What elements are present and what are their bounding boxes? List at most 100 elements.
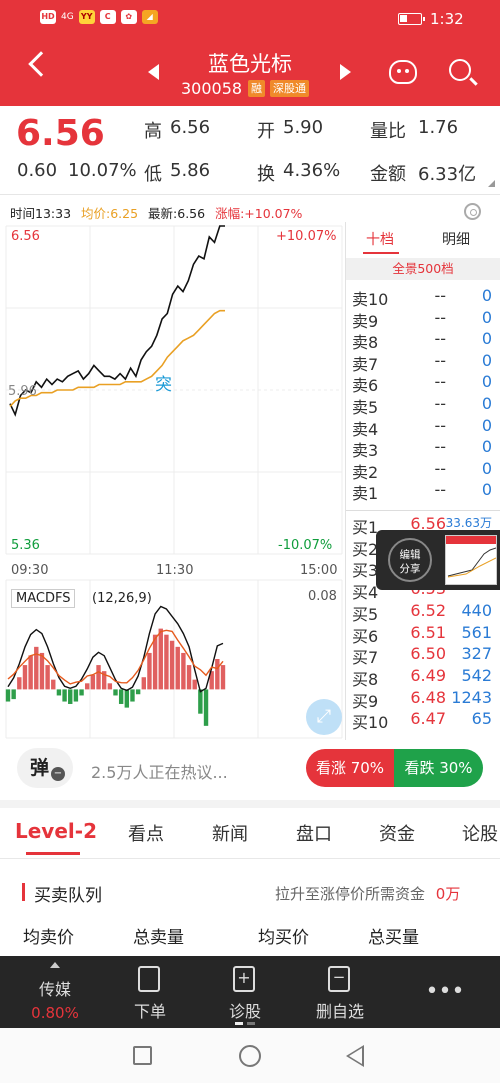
bid-row[interactable]: 买9 6.48 1243 <box>352 687 492 711</box>
bid-row[interactable]: 买6 6.51 561 <box>352 622 492 646</box>
indicator-params: (12,26,9) <box>92 591 152 606</box>
ask-volume: 0 <box>481 458 492 478</box>
ask-level: 卖4 <box>352 419 379 439</box>
tab-details[interactable]: 明细 <box>442 229 470 249</box>
tab-forum[interactable]: 论股 <box>462 820 498 846</box>
macd-bar <box>85 683 90 690</box>
ask-volume: 0 <box>481 437 492 457</box>
macd-bar <box>68 689 73 704</box>
full-depth-button[interactable]: 全景500档 <box>346 258 500 280</box>
order-button[interactable]: 下单 <box>120 956 180 1028</box>
chart-latest: 最新:6.56 <box>148 206 206 221</box>
macd-bar <box>169 640 175 690</box>
ask-price: -- <box>434 437 446 457</box>
ask-price: -- <box>434 415 446 435</box>
bid-row[interactable]: 买5 6.52 440 <box>352 601 492 624</box>
bottom-dock: 传媒 0.80% 下单 + 诊股 − 删自选 ••• <box>0 956 500 1028</box>
bid-level: 买10 <box>352 713 389 733</box>
intraday-chart[interactable] <box>0 220 346 740</box>
macd-bar <box>73 689 79 702</box>
bid-volume: 1243 <box>451 687 492 707</box>
discussion-text[interactable]: 2.5万人正在热议... <box>91 759 228 783</box>
remove-watchlist-button[interactable]: − 删自选 <box>310 956 370 1028</box>
diagnose-plus-icon: + <box>233 966 255 992</box>
chart-top-price: 6.56 <box>11 229 40 244</box>
robot-assistant-icon[interactable] <box>389 60 417 84</box>
ask-level: 卖5 <box>352 398 379 417</box>
connect-tag: 深股通 <box>270 80 309 97</box>
margin-tag: 融 <box>248 80 265 97</box>
app-notification-icon: C <box>99 10 116 24</box>
next-stock-icon[interactable] <box>340 64 351 80</box>
ask-row[interactable]: 卖2 -- 0 <box>352 458 492 482</box>
bid-level: 买2 <box>352 539 379 559</box>
sector-button[interactable]: 传媒 0.80% <box>20 956 90 1028</box>
macd-bar <box>147 652 152 690</box>
vote-bullish-button[interactable]: 看涨 70% <box>306 749 394 787</box>
bid-volume: 65 <box>471 709 492 729</box>
bid-volume: 33.63万 <box>445 516 492 530</box>
stock-code: 300058 <box>181 79 243 98</box>
tab-news[interactable]: 新闻 <box>212 820 248 846</box>
limit-up-funds-label: 拉升至涨停价所需资金 <box>275 885 426 903</box>
limit-up-funds-note: 拉升至涨停价所需资金 0万 <box>275 883 460 904</box>
bid-level: 买3 <box>352 561 379 581</box>
ask-price: -- <box>434 307 446 327</box>
ask-row[interactable]: 卖4 -- 0 <box>352 415 492 439</box>
ask-row[interactable]: 卖10 -- 0 <box>352 286 492 309</box>
macd-bar <box>107 683 113 690</box>
prev-stock-icon[interactable] <box>148 64 159 80</box>
macd-bar <box>62 689 67 702</box>
price-change-pct: 10.07% <box>68 160 137 181</box>
expand-corner-icon[interactable] <box>488 180 495 187</box>
edit-share-button[interactable]: 编辑 分享 <box>388 538 432 582</box>
low-value: 5.86 <box>170 160 211 181</box>
indicator-selector[interactable]: MACDFS <box>11 589 76 608</box>
danmaku-button[interactable]: 弹 − <box>17 748 73 788</box>
tab-level2[interactable]: Level-2 <box>15 819 97 843</box>
back-nav-icon[interactable] <box>346 1045 364 1067</box>
fullscreen-expand-button[interactable]: ⤢ <box>306 699 342 735</box>
vote-bearish-button[interactable]: 看跌 30% <box>394 749 483 787</box>
bid-row[interactable]: 买8 6.49 542 <box>352 665 492 689</box>
back-icon[interactable] <box>28 51 54 77</box>
time-tick-end: 15:00 <box>300 563 338 578</box>
ask-row[interactable]: 卖6 -- 0 <box>352 372 492 395</box>
home-icon[interactable] <box>239 1045 261 1067</box>
settings-gear-icon[interactable] <box>464 203 481 220</box>
diagnose-button[interactable]: + 诊股 <box>215 956 275 1028</box>
turnover-label: 换 <box>257 164 275 185</box>
tab-capital[interactable]: 资金 <box>379 820 415 846</box>
macd-bar <box>164 634 169 690</box>
bid-price: 6.51 <box>410 622 446 642</box>
bid-price: 6.49 <box>410 665 446 685</box>
order-book-tabs: 十档 明细 <box>346 225 500 253</box>
chart-bottom-pct: -10.07% <box>278 538 333 553</box>
tab-market-depth[interactable]: 盘口 <box>296 820 332 846</box>
ask-volume: 0 <box>481 480 492 500</box>
network-label: 4G <box>61 12 74 22</box>
open-value: 5.90 <box>283 117 324 138</box>
recent-apps-icon[interactable] <box>133 1046 152 1065</box>
share-label-bottom: 分享 <box>399 563 421 575</box>
bid-row[interactable]: 买10 6.47 65 <box>352 709 492 733</box>
ask-row[interactable]: 卖9 -- 0 <box>352 307 492 331</box>
breakout-marker[interactable]: 突 <box>155 370 172 395</box>
bid-row[interactable]: 买7 6.50 327 <box>352 644 492 667</box>
tab-highlights[interactable]: 看点 <box>128 820 164 846</box>
sector-name: 传媒 <box>38 980 71 999</box>
macd-bar <box>215 659 220 690</box>
ask-row[interactable]: 卖3 -- 0 <box>352 437 492 460</box>
screenshot-thumbnail[interactable] <box>445 535 497 585</box>
ask-row[interactable]: 卖1 -- 0 <box>352 480 492 503</box>
more-menu-icon[interactable]: ••• <box>420 956 470 1028</box>
ask-row[interactable]: 卖7 -- 0 <box>352 351 492 374</box>
search-icon[interactable] <box>449 59 471 81</box>
tab-ten-levels[interactable]: 十档 <box>366 229 394 249</box>
ask-row[interactable]: 卖8 -- 0 <box>352 329 492 352</box>
col-avg-sell: 均卖价 <box>23 928 74 948</box>
ask-price: -- <box>434 329 446 349</box>
macd-bar <box>22 665 28 690</box>
top-bar: HD 4G YY C ✿ ◢ 1:32 蓝色光标 300058 融 深股通 <box>0 0 500 106</box>
ask-row[interactable]: 卖5 -- 0 <box>352 394 492 417</box>
